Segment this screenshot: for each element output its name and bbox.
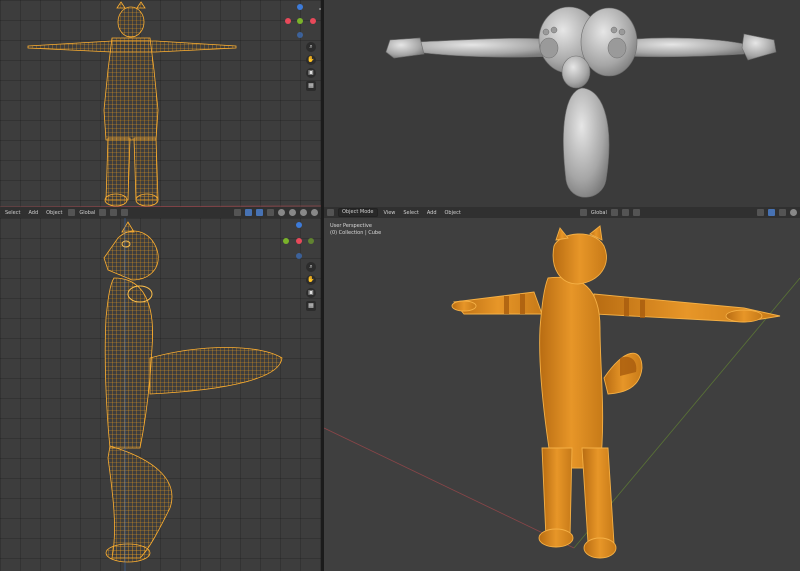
gizmo-toggle-icon[interactable] [768, 209, 775, 216]
axis-x-dot[interactable] [310, 18, 316, 24]
shading-material-icon[interactable] [300, 209, 307, 216]
viewport-bottom-view[interactable] [324, 0, 800, 207]
viewport-front-wireframe[interactable]: ⌕ ✋ ▣ ▦ [0, 0, 321, 207]
view-name-label: User Perspective [330, 223, 372, 229]
axis-gizmo[interactable] [285, 2, 321, 42]
menu-view[interactable]: View [382, 210, 398, 216]
shading-rendered-icon[interactable] [311, 209, 318, 216]
wireframe-character-front [0, 1, 321, 207]
snap-icon[interactable] [110, 209, 118, 216]
overlay-toggle-icon[interactable] [256, 209, 263, 216]
area-divider[interactable] [321, 0, 324, 571]
viewport-side-wireframe[interactable]: ⌕ ✋ ▣ ▦ [0, 218, 321, 571]
axis-z-dot[interactable] [296, 222, 302, 228]
menu-add[interactable]: Add [26, 210, 40, 216]
pan-hand-icon[interactable]: ✋ [306, 55, 316, 65]
menu-select[interactable]: Select [3, 210, 22, 216]
gizmo-toggle-icon[interactable] [245, 209, 252, 216]
transform-orientation-icon [579, 209, 587, 216]
visibility-icon[interactable] [757, 209, 764, 216]
axis-x-dot[interactable] [296, 238, 302, 244]
camera-icon[interactable]: ▣ [306, 288, 316, 298]
solid-character-perspective [324, 225, 800, 559]
editor-type-icon[interactable] [327, 209, 334, 216]
axis-y-dot[interactable] [308, 238, 314, 244]
zoom-icon[interactable]: ⌕ [306, 262, 316, 272]
transform-orientation-dropdown[interactable]: Global [79, 210, 95, 216]
axis-neg-x-dot[interactable] [285, 18, 291, 24]
grid-icon[interactable]: ▦ [306, 81, 316, 91]
transform-orientation-icon [68, 209, 76, 216]
xray-toggle-icon[interactable] [267, 209, 274, 216]
camera-icon[interactable]: ▣ [306, 68, 316, 78]
viewport-header-left: Select Add Object Global [0, 207, 321, 218]
transform-orientation-dropdown[interactable]: Global [591, 210, 607, 216]
axis-neg-y-dot[interactable] [283, 238, 289, 244]
viewport-header-right: Object Mode View Select Add Object Globa… [324, 207, 800, 218]
menu-add[interactable]: Add [425, 210, 439, 216]
menu-select[interactable]: Select [401, 210, 420, 216]
object-mode-dropdown[interactable]: Object Mode [338, 208, 378, 217]
zoom-icon[interactable]: ⌕ [306, 42, 316, 52]
menu-object[interactable]: Object [44, 210, 64, 216]
axis-neg-z-dot[interactable] [296, 253, 302, 259]
navigation-buttons: ⌕ ✋ ▣ ▦ [306, 42, 316, 91]
menu-object[interactable]: Object [443, 210, 463, 216]
shading-solid-icon[interactable] [289, 209, 296, 216]
viewport-user-perspective[interactable]: User Perspective (0) Collection | Cube [324, 218, 800, 571]
collection-info-label: (0) Collection | Cube [330, 230, 382, 236]
gray-character-model [385, 6, 777, 198]
proportional-edit-icon[interactable] [121, 209, 129, 216]
snap-icon[interactable] [621, 209, 629, 216]
proportional-edit-icon[interactable] [632, 209, 640, 216]
navigation-buttons: ⌕ ✋ ▣ ▦ [306, 262, 316, 311]
axis-neg-z-dot[interactable] [297, 32, 303, 38]
axis-z-dot[interactable] [297, 4, 303, 10]
axis-y-dot[interactable] [297, 18, 303, 24]
grid-icon[interactable]: ▦ [306, 301, 316, 311]
axis-gizmo[interactable] [280, 220, 320, 260]
overlay-toggle-icon[interactable] [779, 209, 786, 216]
view-overlay-info: User Perspective (0) Collection | Cube [330, 223, 381, 237]
pivot-point-icon[interactable] [610, 209, 618, 216]
visibility-icon[interactable] [234, 209, 241, 216]
pan-hand-icon[interactable]: ✋ [306, 275, 316, 285]
wireframe-character-side [103, 218, 283, 571]
shading-solid-icon[interactable] [790, 209, 797, 216]
pivot-point-icon[interactable] [99, 209, 107, 216]
shading-wireframe-icon[interactable] [278, 209, 285, 216]
